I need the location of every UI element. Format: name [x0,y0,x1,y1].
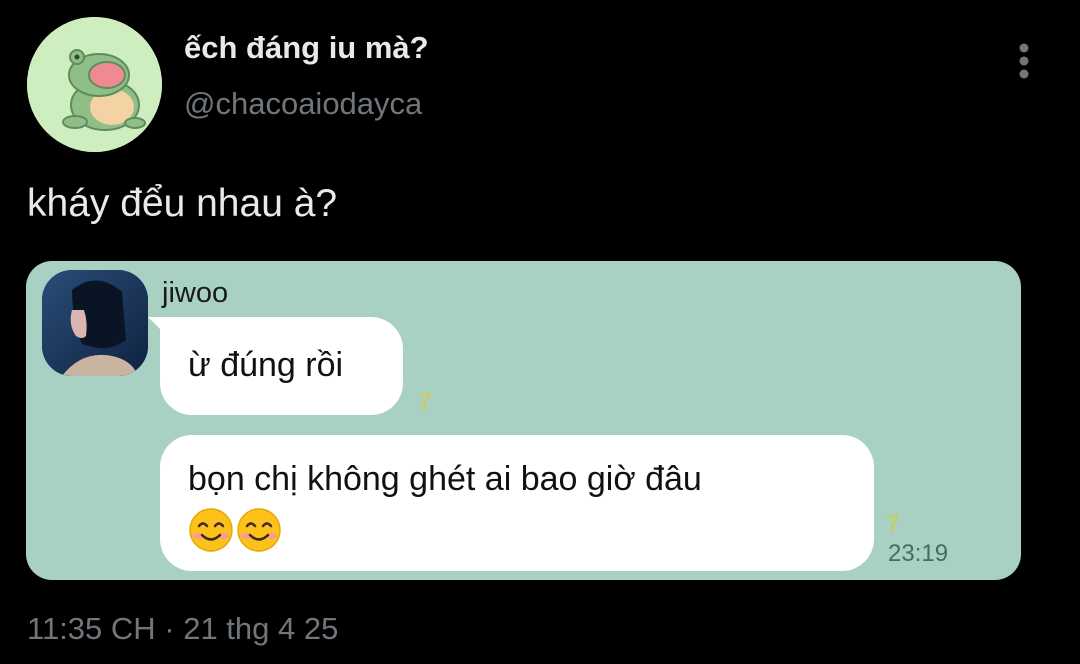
chat-sender-name: jiwoo [162,277,229,309]
chat-avatar [42,270,148,376]
read-count: 7 [886,511,900,538]
chat-message-text: ừ đúng rồi [188,346,344,384]
chat-message-text: bọn chị không ghét ai bao giờ đâu [188,460,702,498]
chat-message-bubble: ừ đúng rồi [160,317,403,415]
more-vertical-icon [1019,43,1029,79]
frog-avatar-icon [27,17,162,152]
message-time: 23:19 [888,540,949,567]
person-photo-icon [42,270,148,376]
tweet-timestamp[interactable]: 11:35 CH · 21 thg 4 25 [27,611,338,647]
display-name[interactable]: ếch đáng iu mà? [184,30,429,66]
smiling-face-icon [189,508,233,552]
chat-message-bubble: bọn chị không ghét ai bao giờ đâu [160,435,874,571]
profile-avatar[interactable] [27,17,162,152]
smiling-face-icon [237,508,281,552]
smiling-emoji-icons [188,507,282,553]
user-handle[interactable]: @chacoaiodayca [184,86,422,122]
more-options-button[interactable] [1006,38,1042,84]
read-count: 7 [418,389,432,416]
tweet-text: kháy đểu nhau à? [27,182,338,225]
tweet-media-image[interactable]: jiwoo ừ đúng rồi 7 bọn chị không ghét ai… [26,261,1021,580]
